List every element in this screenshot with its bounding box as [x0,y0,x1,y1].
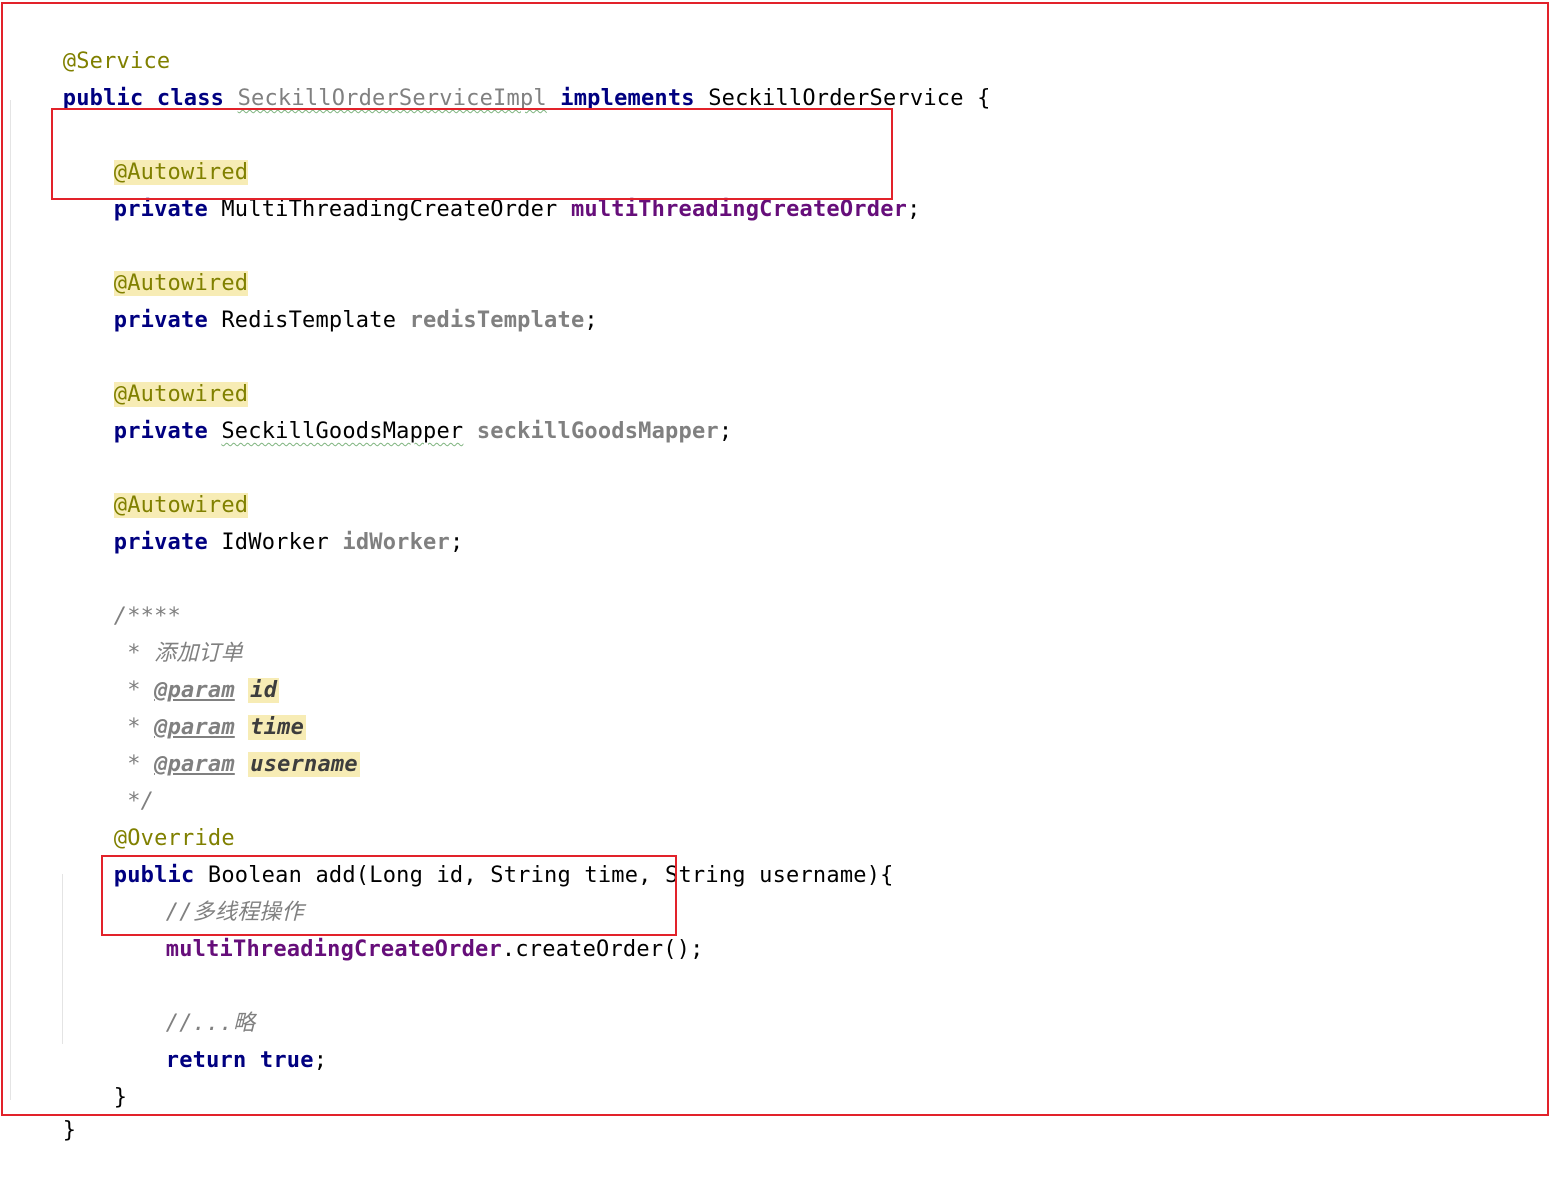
semicolon: ; [313,1048,328,1073]
code-line: * @param id [60,635,280,703]
code-line: @Autowired [60,450,249,518]
code-line: return true; [112,1005,327,1073]
open-brace: { [977,86,991,111]
javadoc-param-tag: @param [154,752,235,777]
semicolon: ; [907,197,921,222]
code-line: public Boolean add(Long id, String time,… [60,820,894,888]
code-line: //...略 [112,968,255,1036]
javadoc-param-name: username [248,752,360,777]
field-type[interactable]: MultiThreadingCreateOrder [221,197,557,222]
code-line: } [9,1075,76,1143]
field-reference[interactable]: multiThreadingCreateOrder [166,937,502,962]
keyword-return: return [165,1048,247,1073]
code-line: * @param username [60,709,360,777]
keyword-private: private [113,197,208,222]
code-line: */ [60,746,154,814]
code-line: } [60,1042,127,1110]
code-line: @Override [60,783,235,851]
code-line: private IdWorker idWorker; [60,487,463,555]
code-line: * 添加订单 [60,598,243,666]
keyword-private: private [113,419,208,444]
code-line: public class SeckillOrderServiceImpl imp… [9,43,991,111]
code-line: @Service [9,6,170,74]
code-line: @Autowired [60,339,249,407]
highlight-box-field [51,108,893,200]
semicolon: ; [718,419,733,444]
code-line: private SeckillGoodsMapper seckillGoodsM… [60,376,732,444]
code-line: * @param time [60,672,307,740]
field-type[interactable]: RedisTemplate [221,308,396,333]
highlight-box-call [101,855,677,936]
code-line: private RedisTemplate redisTemplate; [60,265,598,333]
method-close-brace: } [113,1085,128,1110]
field-name[interactable]: idWorker [342,530,450,555]
keyword-true: true [259,1048,314,1073]
class-close-brace: } [62,1118,77,1143]
code-line: @Autowired [60,228,249,296]
field-name[interactable]: multiThreadingCreateOrder [571,197,907,222]
field-type[interactable]: IdWorker [221,530,329,555]
keyword-private: private [113,308,208,333]
code-editor[interactable]: @Service public class SeckillOrderServic… [1,2,1549,1143]
indent-guide [10,100,11,1100]
field-type[interactable]: SeckillGoodsMapper [221,419,463,444]
code-line: /**** [60,561,181,629]
semicolon: ; [449,530,464,555]
field-name[interactable]: redisTemplate [410,308,585,333]
semicolon: ; [584,308,598,333]
field-name[interactable]: seckillGoodsMapper [477,419,719,444]
keyword-private: private [113,530,208,555]
method-call[interactable]: .createOrder(); [502,937,704,962]
